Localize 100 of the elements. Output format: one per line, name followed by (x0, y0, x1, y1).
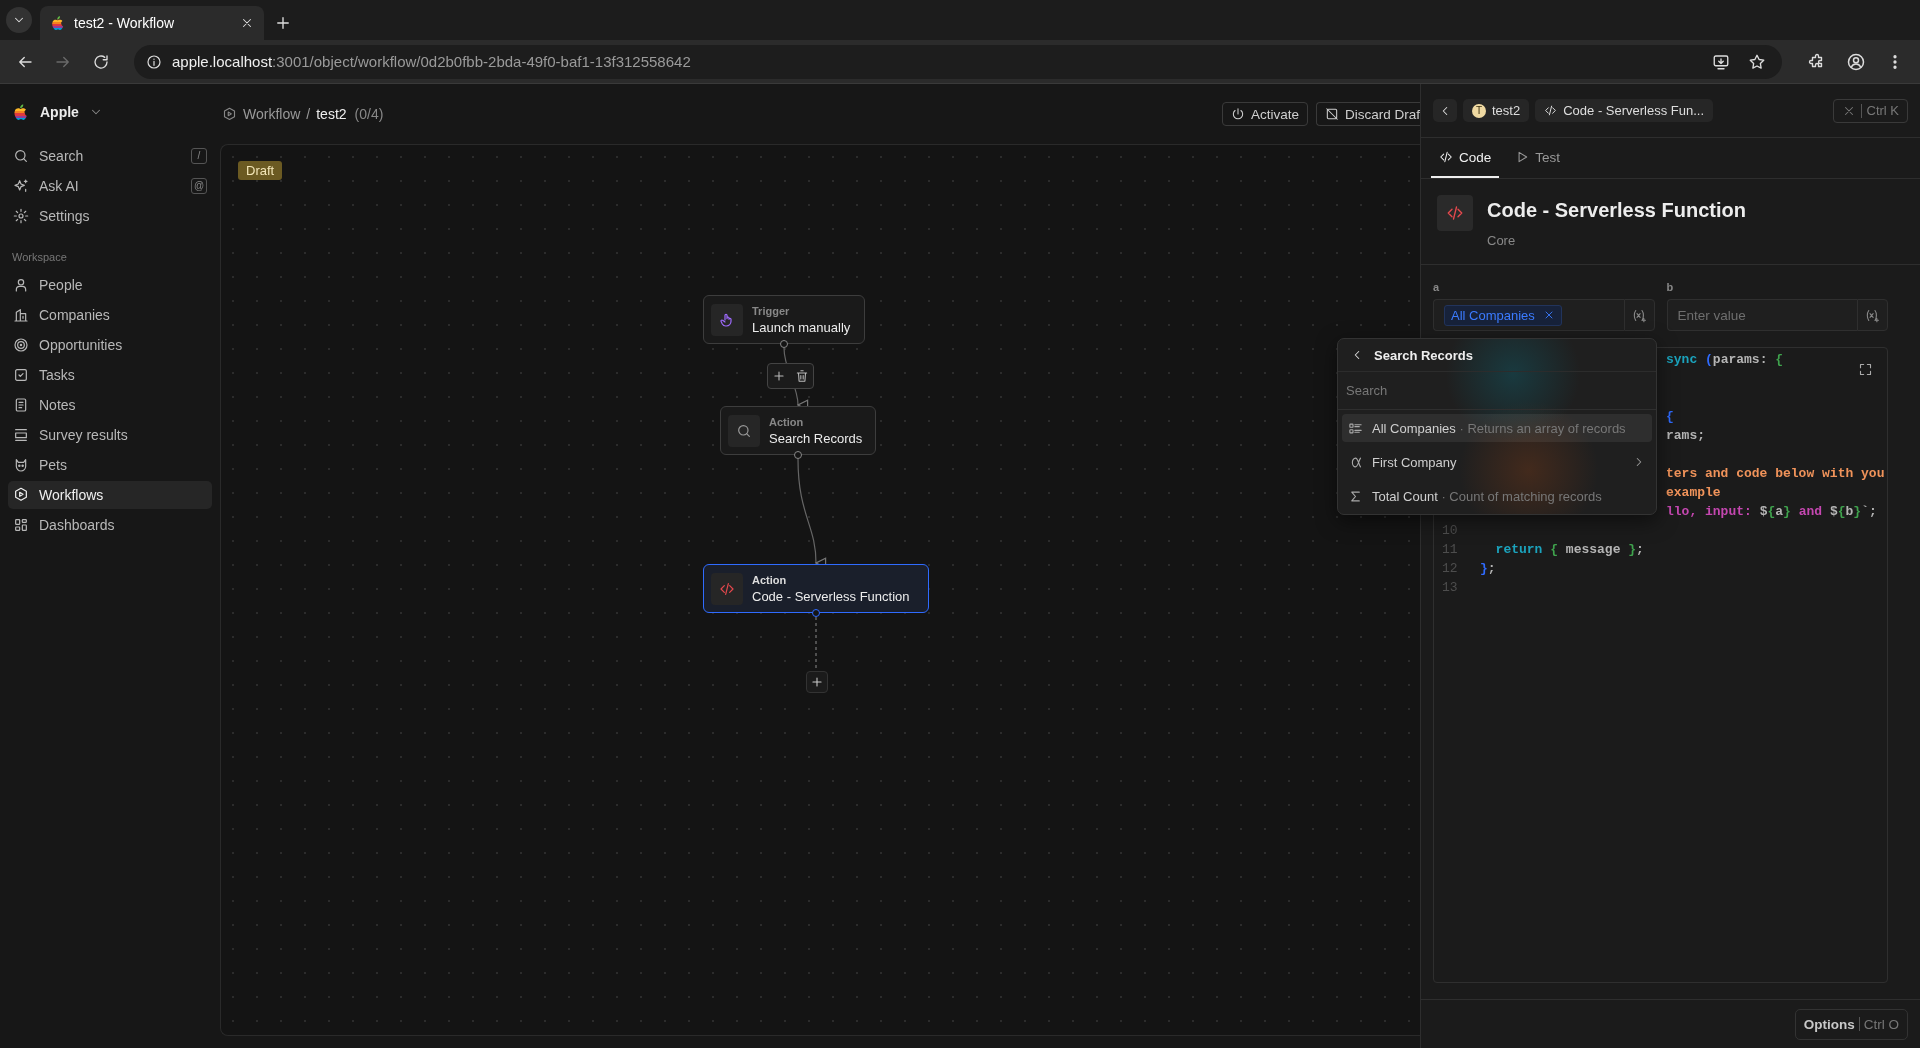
workflow-node[interactable]: Trigger Launch manually (703, 295, 865, 344)
search-field[interactable]: Search (1338, 372, 1656, 410)
new-tab-icon[interactable] (274, 14, 292, 32)
cat-icon (13, 457, 29, 473)
url-text: apple.localhost:3001/object/workflow/0d2b0fbb-2bda-49f0-baf1-13f312558642 (172, 53, 692, 70)
connection-handle (812, 609, 820, 617)
step-title: Code - Serverless Function (1487, 199, 1746, 222)
node-type: Trigger (752, 304, 791, 317)
sigma-icon (1348, 488, 1363, 504)
tab[interactable]: Test (1507, 138, 1569, 178)
field-label: b (1666, 281, 1675, 293)
power-icon (1230, 107, 1245, 121)
field-label: a (1433, 281, 1441, 293)
dropdown-item[interactable]: First Company (1342, 448, 1652, 476)
sidebar-item[interactable]: Tasks (8, 361, 212, 389)
pointer-hand-icon (719, 311, 735, 328)
code-icon (1446, 204, 1464, 222)
tab-list-button[interactable] (6, 7, 32, 33)
code-token: { (1549, 542, 1560, 557)
search-icon (13, 148, 29, 164)
code-token: b (1845, 504, 1854, 519)
sidebar-item[interactable]: Workflows (8, 481, 212, 509)
plus-icon[interactable] (772, 369, 787, 383)
table-icon (13, 427, 29, 443)
code-token: example (1666, 485, 1721, 500)
sidebar-item[interactable]: Companies (8, 301, 212, 329)
sidebar-item[interactable]: Survey results (8, 421, 212, 449)
chip-label: All Companies (1451, 307, 1535, 323)
code-token: ters and code below with you (1666, 466, 1885, 481)
insert-variable-button[interactable] (1623, 299, 1655, 331)
options-button[interactable]: Options Ctrl O (1794, 1008, 1908, 1040)
action-button[interactable]: Discard Draf (1316, 102, 1420, 126)
input-field[interactable]: Enter value (1666, 299, 1857, 331)
star-icon[interactable] (1748, 52, 1766, 71)
browser-tab[interactable]: test2 - Workflow (40, 6, 264, 40)
version-count: (0/4) (354, 106, 384, 122)
node-title: Launch manually (752, 319, 851, 335)
expand-icon[interactable] (1858, 362, 1873, 377)
workspace-switcher[interactable]: Apple (8, 100, 107, 124)
sidebar-item[interactable]: Pets (8, 451, 212, 479)
variable-icon (1631, 307, 1647, 323)
code-icon (1544, 104, 1558, 117)
node-type: Action (769, 415, 805, 428)
sparkles-icon (13, 178, 29, 194)
input-field[interactable]: All Companies (1433, 299, 1624, 331)
node-type: Action (752, 573, 788, 586)
address-bar[interactable]: apple.localhost:3001/object/workflow/0d2b0fbb-2bda-49f0-baf1-13f312558642 (134, 44, 1782, 79)
action-button[interactable]: Activate (1221, 102, 1308, 126)
info-icon[interactable] (146, 53, 162, 70)
profile-icon[interactable] (1846, 51, 1866, 72)
insert-variable-button[interactable] (1857, 299, 1888, 331)
connection-handle (780, 340, 788, 348)
code-token: `; (1861, 504, 1877, 519)
value-input[interactable]: Enter value (1677, 307, 1847, 323)
code-token: { (1775, 352, 1784, 367)
close-button[interactable]: Ctrl K (1832, 98, 1908, 123)
breadcrumb-chip[interactable]: T test2 (1463, 99, 1530, 122)
workflow-node[interactable]: Action Code - Serverless Function (703, 564, 929, 613)
reload-icon[interactable] (92, 52, 110, 71)
breadcrumb-separator: / (306, 106, 311, 122)
apple-logo-icon (50, 15, 66, 31)
sidebar-item[interactable]: Opportunities (8, 331, 212, 359)
dropdown-item[interactable]: All Companies · Returns an array of records (1342, 414, 1652, 442)
code-token: { (1666, 409, 1674, 424)
tab[interactable]: Code (1431, 138, 1500, 178)
breadcrumb-chip[interactable]: Code - Serverless Fun... (1535, 99, 1714, 122)
status-badge: Draft (238, 161, 283, 180)
code-token: return (1494, 542, 1543, 557)
apple-logo-icon (12, 103, 30, 121)
sidebar-item[interactable]: Dashboards (8, 511, 212, 539)
sidebar-item[interactable]: Ask AI @ (8, 172, 212, 200)
close-icon[interactable] (240, 16, 254, 30)
code-icon (1439, 150, 1453, 164)
trash-icon[interactable] (794, 369, 809, 383)
code-token: ( (1704, 352, 1713, 367)
back-button[interactable] (1433, 99, 1457, 122)
sidebar-item[interactable]: Settings (8, 202, 212, 230)
add-step-button[interactable] (806, 671, 828, 693)
plus-icon (810, 675, 824, 689)
install-icon[interactable] (1712, 52, 1730, 71)
code-token: params: (1712, 352, 1769, 367)
person-icon (13, 277, 29, 293)
section-title: Workspace (12, 251, 68, 263)
tab-title: test2 - Workflow (74, 15, 176, 31)
code-token: sync (1666, 352, 1698, 367)
code-token: } (1480, 561, 1488, 576)
shortcut-key: @ (191, 178, 207, 194)
sidebar-item[interactable]: People (8, 271, 212, 299)
code-token: } (1853, 504, 1862, 519)
dropdown-title: Search Records (1374, 347, 1473, 363)
workflow-node[interactable]: Action Search Records (720, 406, 876, 455)
dropdown-item[interactable]: Total Count · Count of matching records (1342, 482, 1652, 510)
settings-icon (13, 208, 29, 224)
code-token: $ (1759, 504, 1768, 519)
code-token: message (1565, 542, 1621, 557)
code-token: { (1767, 504, 1776, 519)
sidebar-item[interactable]: Search / (8, 142, 212, 170)
breadcrumb-link[interactable]: Workflow (243, 106, 301, 122)
sidebar-item[interactable]: Notes (8, 391, 212, 419)
note-icon (13, 397, 29, 413)
